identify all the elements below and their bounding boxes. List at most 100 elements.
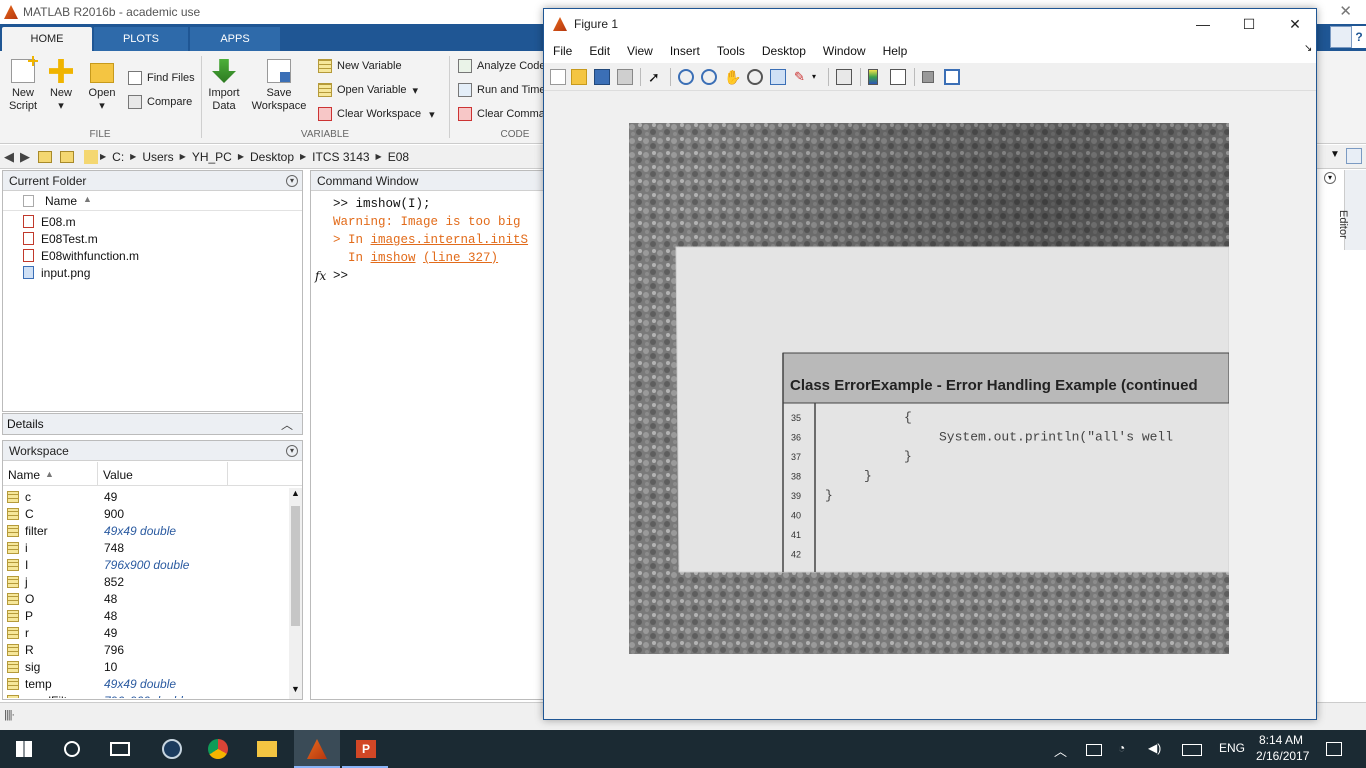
panel-menu-icon[interactable]: ▾: [286, 445, 298, 457]
volume-icon[interactable]: ◀): [1148, 741, 1161, 755]
cortana-button[interactable]: [48, 730, 94, 768]
breadcrumb-yh-pc[interactable]: YH_PC: [192, 150, 232, 164]
search-documentation-icon[interactable]: [1330, 26, 1352, 48]
matlab-close-icon[interactable]: ✕: [1339, 2, 1352, 20]
menu-edit[interactable]: Edit: [589, 44, 610, 58]
find-files-button[interactable]: Find Files: [128, 71, 195, 85]
workspace-variable-row[interactable]: filter 49x49 double: [4, 522, 288, 539]
start-button[interactable]: [0, 730, 46, 768]
workspace-scrollbar[interactable]: ▲ ▼: [289, 488, 302, 699]
workspace-variable-row[interactable]: O 48: [4, 590, 288, 607]
steam-app[interactable]: [150, 730, 196, 768]
open-variable-button[interactable]: Open Variable ▾: [318, 83, 418, 97]
menu-insert[interactable]: Insert: [670, 44, 700, 58]
minimize-icon[interactable]: —: [1180, 9, 1226, 39]
back-arrow-icon[interactable]: ◀: [4, 149, 14, 165]
chevron-up-icon[interactable]: ︿: [1054, 741, 1067, 760]
scroll-up-icon[interactable]: ▲: [291, 488, 300, 498]
run-and-time-button[interactable]: Run and Time: [458, 83, 545, 97]
workspace-variable-row[interactable]: R 796: [4, 641, 288, 658]
menu-file[interactable]: File: [553, 44, 572, 58]
new-button[interactable]: New ▾: [46, 59, 76, 113]
new-script-button[interactable]: New Script: [6, 56, 40, 113]
battery-icon[interactable]: [1086, 744, 1102, 756]
clear-commands-button[interactable]: Clear Commar: [458, 107, 549, 121]
print-icon[interactable]: [617, 69, 633, 85]
workspace-variable-row[interactable]: j 852: [4, 573, 288, 590]
open-file-icon[interactable]: [571, 69, 587, 85]
close-icon[interactable]: ✕: [1272, 9, 1318, 39]
breadcrumb-desktop[interactable]: Desktop: [250, 150, 294, 164]
brush-icon[interactable]: ✎: [794, 69, 810, 85]
compare-button[interactable]: Compare: [128, 95, 192, 109]
breadcrumb-itcs-3143[interactable]: ITCS 3143: [312, 150, 369, 164]
stack-link-line[interactable]: (line 327): [423, 251, 498, 265]
workspace-variable-row[interactable]: c 49: [4, 488, 288, 505]
search-folder-icon[interactable]: [1346, 148, 1362, 164]
breadcrumb-e08[interactable]: E08: [388, 150, 409, 164]
powerpoint-app[interactable]: P: [342, 730, 388, 768]
import-data-button[interactable]: Import Data: [206, 59, 242, 113]
show-plot-tools-icon[interactable]: [944, 69, 960, 85]
analyze-code-button[interactable]: Analyze Code: [458, 59, 546, 73]
details-panel[interactable]: Details ︿: [2, 413, 303, 435]
scrollbar-thumb[interactable]: [291, 506, 300, 626]
command-window[interactable]: Command Window >> imshow(I); Warning: Im…: [310, 170, 546, 700]
data-cursor-icon[interactable]: [770, 69, 786, 85]
open-button[interactable]: Open ▾: [86, 59, 118, 113]
chevron-up-icon[interactable]: ︿: [281, 416, 293, 433]
file-item[interactable]: E08.m: [23, 213, 76, 230]
browse-folder-icon[interactable]: [60, 150, 74, 163]
zoom-in-icon[interactable]: [678, 69, 694, 85]
menu-view[interactable]: View: [627, 44, 653, 58]
scroll-down-icon[interactable]: ▼: [291, 684, 300, 694]
col-name-header[interactable]: Name: [8, 468, 40, 482]
workspace-variable-row[interactable]: P 48: [4, 607, 288, 624]
tab-apps[interactable]: APPS: [190, 27, 280, 51]
panel-menu-icon[interactable]: ▾: [1324, 172, 1336, 184]
help-icon[interactable]: ?: [1352, 26, 1366, 48]
up-folder-icon[interactable]: [38, 150, 52, 163]
chevron-down-icon[interactable]: ▼: [1330, 149, 1340, 160]
clock[interactable]: 8:14 AM 2/16/2017: [1256, 733, 1309, 763]
save-workspace-button[interactable]: Save Workspace: [250, 59, 308, 113]
panel-menu-icon[interactable]: ▾: [286, 175, 298, 187]
forward-arrow-icon[interactable]: ▶: [20, 149, 30, 165]
menu-help[interactable]: Help: [883, 44, 908, 58]
link-plot-icon[interactable]: [836, 69, 852, 85]
edit-plot-pointer-icon[interactable]: ➚: [648, 69, 664, 85]
workspace-variable-row[interactable]: I 796x900 double: [4, 556, 288, 573]
pan-hand-icon[interactable]: ✋: [724, 69, 741, 85]
hide-plot-tools-icon[interactable]: [922, 71, 934, 83]
col-value-header[interactable]: Value: [103, 468, 133, 482]
rotate-3d-icon[interactable]: [747, 69, 763, 85]
stack-link-initsize[interactable]: images.internal.initS: [371, 233, 529, 247]
keyboard-icon[interactable]: [1182, 744, 1202, 756]
save-figure-icon[interactable]: [594, 69, 610, 85]
workspace-variable-row[interactable]: sig 10: [4, 658, 288, 675]
workspace-variable-row[interactable]: C 900: [4, 505, 288, 522]
command-prompt[interactable]: >>: [333, 269, 348, 283]
zoom-out-icon[interactable]: [701, 69, 717, 85]
wifi-icon[interactable]: ◔: [1118, 741, 1125, 755]
clear-workspace-button[interactable]: Clear Workspace ▾: [318, 107, 435, 121]
tab-home[interactable]: HOME: [2, 27, 92, 51]
col-name-header[interactable]: Name: [45, 194, 77, 208]
file-item[interactable]: E08Test.m: [23, 230, 98, 247]
stack-link-imshow[interactable]: imshow: [371, 251, 416, 265]
new-figure-icon[interactable]: [550, 69, 566, 85]
chrome-app[interactable]: [196, 730, 242, 768]
workspace-variable-row[interactable]: usedFilter796x900 double: [4, 692, 288, 698]
insert-colorbar-icon[interactable]: [868, 69, 878, 85]
file-item[interactable]: input.png: [23, 264, 90, 281]
maximize-icon[interactable]: ☐: [1226, 9, 1272, 39]
editor-tab[interactable]: Editor: [1337, 170, 1366, 250]
task-view-button[interactable]: [96, 730, 142, 768]
file-explorer-app[interactable]: [244, 730, 290, 768]
tab-plots[interactable]: PLOTS: [94, 27, 188, 51]
workspace-variable-row[interactable]: temp 49x49 double: [4, 675, 288, 692]
matlab-app[interactable]: [294, 730, 340, 768]
insert-legend-icon[interactable]: [890, 69, 906, 85]
new-variable-button[interactable]: New Variable: [318, 59, 402, 73]
language-indicator[interactable]: ENG: [1219, 741, 1245, 755]
